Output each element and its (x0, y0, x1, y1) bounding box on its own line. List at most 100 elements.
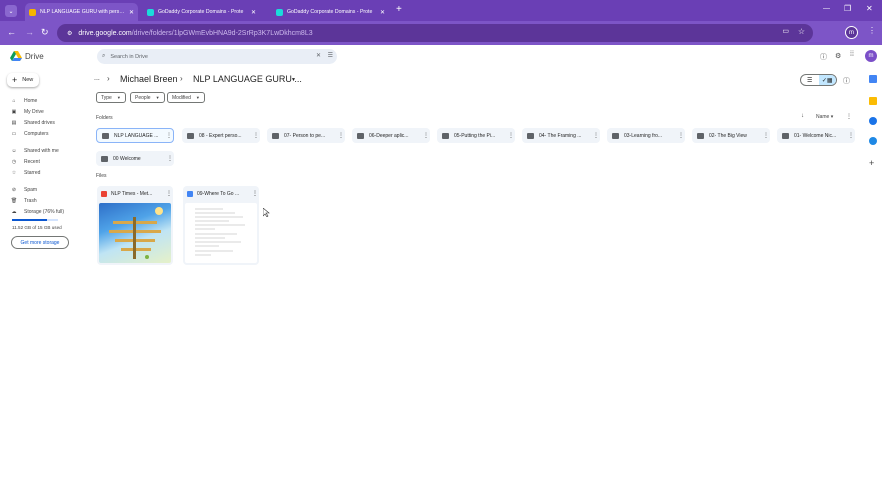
sort-direction-icon[interactable]: ↓ (801, 113, 804, 119)
browser-tab[interactable]: GoDaddy Corporate Domains - Prote ✕ (143, 3, 260, 21)
close-tab-icon[interactable]: ✕ (251, 9, 256, 16)
more-actions-icon[interactable]: ⋮ (507, 132, 515, 139)
url-path: /drive/folders/1lpGWmEvbHNA9d-2SrRp3K7Lw… (131, 29, 313, 37)
site-info-icon[interactable]: ⚙ (67, 30, 72, 37)
browser-tab[interactable]: GoDaddy Corporate Domains - Prote ✕ (272, 3, 389, 21)
minimize-window-icon[interactable]: — (823, 5, 830, 12)
help-icon[interactable]: ⓘ (820, 52, 827, 62)
url-host: drive.google.com (78, 29, 132, 37)
breadcrumb-more[interactable]: ... (94, 75, 100, 82)
sidebar-item-my-drive[interactable]: ▣ My Drive (10, 109, 44, 115)
sidebar-item-computers[interactable]: ▭ Computers (10, 131, 49, 137)
calendar-icon[interactable] (869, 75, 877, 83)
document-preview-lines (195, 208, 245, 256)
new-button[interactable]: + New (7, 73, 39, 87)
filter-people[interactable]: People ▼ (130, 92, 165, 103)
keep-icon[interactable] (869, 97, 877, 105)
add-addon-icon[interactable]: + (869, 158, 874, 168)
more-actions-icon[interactable]: ⋮ (251, 190, 259, 197)
reload-icon[interactable]: ↻ (41, 27, 49, 38)
folder-name: 01- Welcome Nic... (794, 132, 837, 139)
folder-item[interactable]: 01- Welcome Nic... ⋮ (777, 128, 855, 143)
clear-search-icon[interactable]: ✕ (316, 52, 321, 59)
close-tab-icon[interactable]: ✕ (380, 9, 385, 16)
app-name: Drive (25, 52, 44, 61)
breadcrumb-dropdown-icon[interactable]: ▼ (291, 77, 296, 83)
folder-name: 03-Learning fro... (624, 132, 663, 139)
grid-view-icon[interactable]: ✓▦ (818, 75, 836, 85)
contacts-icon[interactable] (869, 137, 877, 145)
more-actions-icon[interactable]: ⋮ (165, 132, 173, 139)
tab-search-icon[interactable]: ⌄ (5, 5, 17, 17)
sidebar-item-spam[interactable]: ⊘ Spam (10, 187, 37, 193)
folder-item[interactable]: 02- The Big View ⋮ (692, 128, 770, 143)
folder-icon (527, 132, 534, 139)
restore-window-icon[interactable]: ❐ (844, 4, 851, 13)
bookmark-star-icon[interactable]: ☆ (798, 27, 805, 36)
list-view-icon[interactable]: ☰ (801, 75, 819, 85)
filter-label: Type (101, 94, 112, 101)
profile-avatar[interactable]: m (845, 26, 858, 39)
sidebar-item-shared-drives[interactable]: ▤ Shared drives (10, 120, 55, 126)
folder-item[interactable]: 03-Learning fro... ⋮ (607, 128, 685, 143)
sidebar-item-home[interactable]: ⌂ Home (10, 98, 37, 104)
close-window-icon[interactable]: ✕ (866, 4, 873, 13)
sidebar-item-shared-with-me[interactable]: ☺ Shared with me (10, 148, 58, 154)
get-more-storage-button[interactable]: Get more storage (11, 236, 69, 249)
details-info-icon[interactable]: ⓘ (843, 76, 850, 86)
new-tab-button[interactable]: + (396, 4, 402, 15)
folder-item[interactable]: 08 - Expert perso... ⋮ (182, 128, 260, 143)
file-name: 09-Where To Go ... (197, 190, 240, 197)
more-actions-icon[interactable]: ⋮ (677, 132, 685, 139)
folder-name: 04- The Framing ... (539, 132, 582, 139)
browser-tab-strip: ⌄ NLP LANGUAGE GURU with persona ✕ GoDad… (0, 0, 882, 21)
folder-item[interactable]: 06-Deeper aplic... ⋮ (352, 128, 430, 143)
more-actions-icon[interactable]: ⋮ (337, 132, 345, 139)
back-icon[interactable]: ← (7, 27, 16, 37)
apps-grid-icon[interactable]: ⁞⁞ (850, 51, 854, 58)
sidebar-item-recent[interactable]: ◷ Recent (10, 159, 40, 165)
more-actions-icon[interactable]: ⋮ (847, 132, 855, 139)
folder-item[interactable]: 04- The Framing ... ⋮ (522, 128, 600, 143)
tasks-icon[interactable] (869, 117, 877, 125)
sort-by-dropdown[interactable]: Name ▾ (816, 114, 833, 120)
breadcrumb-separator-icon: › (180, 74, 183, 83)
sidebar-item-label: My Drive (24, 109, 44, 115)
more-options-icon[interactable]: ⋮ (846, 113, 852, 120)
folder-item[interactable]: 07- Person to pe... ⋮ (267, 128, 345, 143)
folder-item[interactable]: 05-Putting the Pi... ⋮ (437, 128, 515, 143)
address-bar[interactable]: ⚙ drive.google.com /drive/folders/1lpGWm… (57, 24, 813, 42)
file-card[interactable]: 09-Where To Go ... ⋮ (183, 186, 259, 265)
sidebar-item-starred[interactable]: ☆ Starred (10, 170, 41, 176)
more-actions-icon[interactable]: ⋮ (762, 132, 770, 139)
folder-item[interactable]: NLP LANGUAGE ... ⋮ (96, 128, 174, 143)
search-options-icon[interactable]: ☰ (328, 52, 333, 59)
sidebar-item-storage[interactable]: ☁ Storage (76% full) (10, 209, 65, 215)
more-actions-icon[interactable]: ⋮ (422, 132, 430, 139)
starred-icon: ☆ (11, 170, 17, 176)
search-input[interactable]: ⌕ Search in Drive ✕ ☰ (97, 49, 337, 64)
folder-icon (102, 132, 109, 139)
file-card[interactable]: NLP Times - Met... ⋮ (97, 186, 173, 265)
folder-icon (612, 132, 619, 139)
search-icon: ⌕ (102, 53, 106, 59)
filter-modified[interactable]: Modified ▼ (167, 92, 205, 103)
settings-gear-icon[interactable]: ⚙ (835, 52, 841, 60)
browser-tab[interactable]: NLP LANGUAGE GURU with persona ✕ (25, 3, 138, 21)
more-actions-icon[interactable]: ⋮ (166, 155, 174, 162)
filter-type[interactable]: Type ▼ (96, 92, 126, 103)
breadcrumb-current[interactable]: NLP LANGUAGE GURU ... (193, 74, 302, 84)
close-tab-icon[interactable]: ✕ (129, 9, 134, 16)
more-actions-icon[interactable]: ⋮ (592, 132, 600, 139)
more-actions-icon[interactable]: ⋮ (252, 132, 260, 139)
folder-name: 08 - Expert perso... (199, 132, 242, 139)
cast-icon[interactable]: ▭ (782, 27, 789, 35)
browser-menu-icon[interactable]: ⋮ (868, 26, 876, 35)
folders-heading: Folders (96, 115, 113, 121)
sidebar-item-trash[interactable]: 🗑 Trash (10, 198, 37, 204)
sidebar-item-label: Starred (24, 170, 41, 176)
more-actions-icon[interactable]: ⋮ (165, 190, 173, 197)
breadcrumb-parent[interactable]: Michael Breen (120, 74, 178, 84)
forward-icon[interactable]: → (25, 27, 34, 37)
folder-item[interactable]: 00 Welcome ⋮ (96, 151, 174, 166)
